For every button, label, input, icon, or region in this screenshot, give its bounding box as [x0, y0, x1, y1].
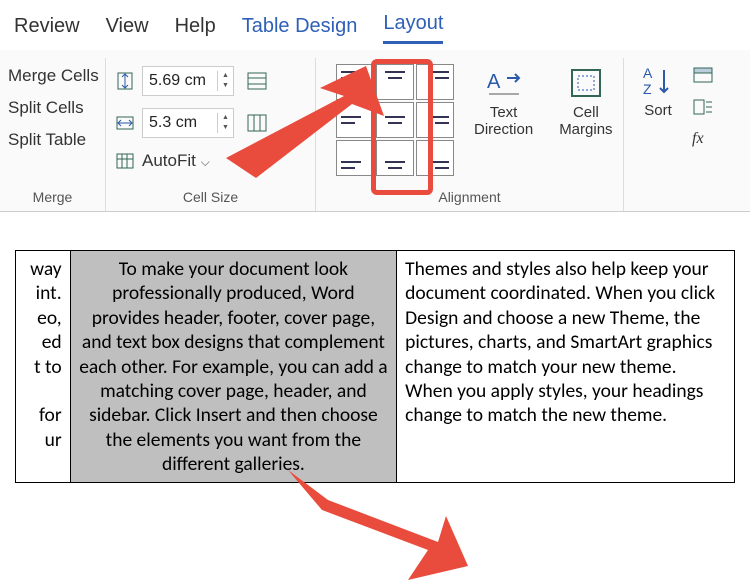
- column-width-icon: [114, 112, 136, 134]
- align-bottom-right-button[interactable]: [416, 140, 454, 176]
- ribbon: Merge Cells Split Cells Split Table Merg…: [0, 50, 750, 212]
- group-cell-size: ▲▼ ▲▼: [106, 58, 316, 211]
- distribute-columns-button[interactable]: [240, 108, 274, 138]
- tab-view[interactable]: View: [106, 15, 149, 44]
- align-top-left-button[interactable]: [336, 64, 374, 100]
- group-label-merge: Merge: [6, 185, 99, 207]
- row-height-input[interactable]: ▲▼: [142, 66, 234, 96]
- formula-button[interactable]: fx: [692, 130, 714, 148]
- table-cell-col3[interactable]: Themes and styles also help keep your do…: [397, 251, 735, 483]
- tab-help[interactable]: Help: [175, 15, 216, 44]
- distribute-rows-button[interactable]: [240, 66, 274, 96]
- group-label-alignment: Alignment: [322, 185, 617, 207]
- row-height-field[interactable]: [143, 70, 217, 92]
- tab-layout[interactable]: Layout: [383, 12, 443, 44]
- align-middle-right-button[interactable]: [416, 102, 454, 138]
- table-cell-col1[interactable]: way int. eo, ed t to for ur: [16, 251, 71, 483]
- align-top-right-button[interactable]: [416, 64, 454, 100]
- sample-table[interactable]: way int. eo, ed t to for ur To make your…: [15, 250, 735, 483]
- align-bottom-left-button[interactable]: [336, 140, 374, 176]
- convert-to-text-button[interactable]: [692, 98, 714, 116]
- align-top-center-button[interactable]: [376, 64, 414, 100]
- sort-button[interactable]: AZ Sort: [634, 62, 682, 148]
- merge-cells-button[interactable]: Merge Cells: [6, 62, 99, 90]
- svg-text:A: A: [487, 71, 501, 93]
- group-alignment: A Text Direction Cell Margins Alignment: [316, 58, 624, 211]
- column-width-field[interactable]: [143, 112, 217, 134]
- split-table-button[interactable]: Split Table: [6, 126, 99, 154]
- cell-margins-button[interactable]: Cell Margins: [553, 64, 618, 140]
- svg-text:A: A: [643, 65, 653, 81]
- sort-label: Sort: [644, 102, 672, 119]
- alignment-grid: [336, 64, 454, 176]
- group-merge: Merge Cells Split Cells Split Table Merg…: [0, 58, 106, 211]
- text-direction-label: Text Direction: [474, 104, 533, 138]
- autofit-icon: [114, 150, 136, 172]
- text-direction-button[interactable]: A Text Direction: [468, 64, 539, 140]
- autofit-button[interactable]: AutoFit ⌵: [142, 151, 210, 171]
- document-area: way int. eo, ed t to for ur To make your…: [0, 250, 750, 577]
- chevron-down-icon: ⌵: [201, 155, 210, 169]
- table-cell-col2-selected[interactable]: To make your document look professionall…: [70, 251, 397, 483]
- cell-margins-label: Cell Margins: [559, 104, 612, 138]
- split-cells-button[interactable]: Split Cells: [6, 94, 99, 122]
- ribbon-tabs: Review View Help Table Design Layout: [0, 0, 750, 50]
- row-height-icon: [114, 70, 136, 92]
- repeat-header-rows-button[interactable]: [692, 66, 714, 84]
- align-middle-left-button[interactable]: [336, 102, 374, 138]
- tab-table-design[interactable]: Table Design: [242, 15, 358, 44]
- svg-text:Z: Z: [643, 81, 652, 97]
- align-bottom-center-button[interactable]: [376, 140, 414, 176]
- column-width-input[interactable]: ▲▼: [142, 108, 234, 138]
- group-data: AZ Sort fx: [624, 58, 744, 211]
- align-middle-center-button[interactable]: [376, 102, 414, 138]
- group-label-cell-size: Cell Size: [112, 185, 309, 207]
- tab-review[interactable]: Review: [14, 15, 80, 44]
